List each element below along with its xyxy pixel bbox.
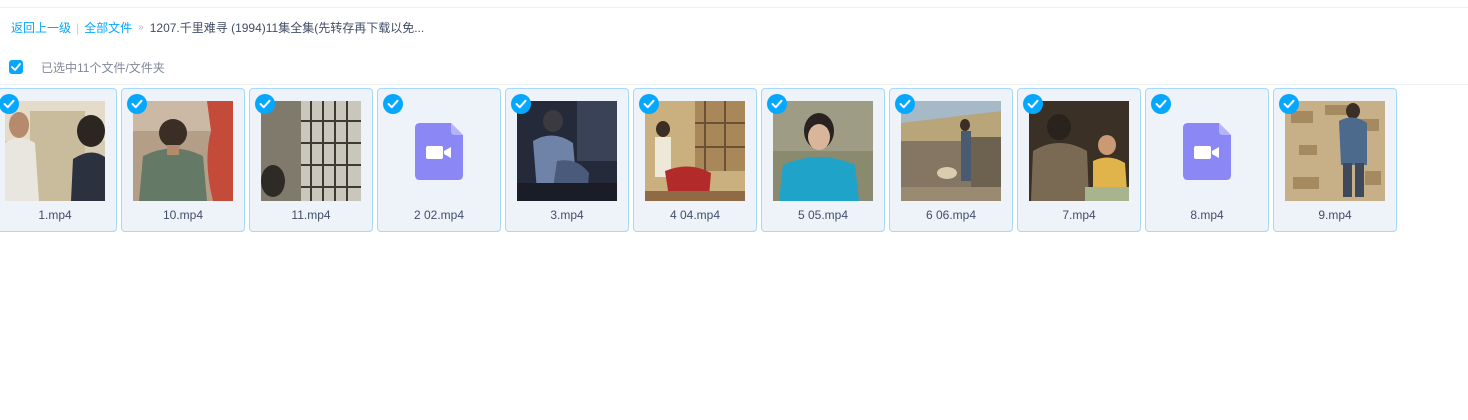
video-thumbnail bbox=[261, 101, 361, 201]
video-thumbnail bbox=[1285, 101, 1385, 201]
breadcrumb: 返回上一级 | 全部文件 » 1207.千里难寻 (1994)11集全集(先转存… bbox=[11, 19, 424, 37]
select-all-checkbox[interactable] bbox=[9, 60, 23, 74]
file-name: 7.mp4 bbox=[1062, 208, 1096, 222]
file-tile[interactable]: 10.mp4 bbox=[121, 88, 245, 232]
selected-check-icon[interactable] bbox=[255, 94, 275, 114]
file-tile[interactable]: 4 04.mp4 bbox=[633, 88, 757, 232]
file-name: 4 04.mp4 bbox=[669, 208, 721, 222]
file-tile[interactable]: 5 05.mp4 bbox=[761, 88, 885, 232]
video-thumbnail bbox=[1029, 101, 1129, 201]
breadcrumb-separator: | bbox=[76, 21, 80, 35]
video-thumbnail bbox=[133, 101, 233, 201]
checkmark-icon bbox=[11, 63, 21, 71]
list-divider bbox=[0, 84, 1468, 85]
selected-check-icon[interactable] bbox=[383, 94, 403, 114]
selected-check-icon[interactable] bbox=[1279, 94, 1299, 114]
file-name: 1.mp4 bbox=[38, 208, 72, 222]
file-name: 8.mp4 bbox=[1190, 208, 1224, 222]
file-name: 6 06.mp4 bbox=[925, 208, 977, 222]
file-name: 2 02.mp4 bbox=[413, 208, 465, 222]
file-name: 9.mp4 bbox=[1318, 208, 1352, 222]
file-name: 10.mp4 bbox=[162, 208, 204, 222]
selected-check-icon[interactable] bbox=[511, 94, 531, 114]
file-tile[interactable]: 8.mp4 bbox=[1145, 88, 1269, 232]
file-tile[interactable]: 7.mp4 bbox=[1017, 88, 1141, 232]
selected-check-icon[interactable] bbox=[1023, 94, 1043, 114]
file-name: 5 05.mp4 bbox=[797, 208, 849, 222]
file-name: 11.mp4 bbox=[291, 208, 331, 222]
file-tile[interactable]: 3.mp4 bbox=[505, 88, 629, 232]
selected-check-icon[interactable] bbox=[1151, 94, 1171, 114]
selected-check-icon[interactable] bbox=[639, 94, 659, 114]
selection-count: 已选中11个文件/文件夹 bbox=[41, 60, 165, 75]
video-thumbnail bbox=[645, 101, 745, 201]
selection-bar: 已选中11个文件/文件夹 bbox=[9, 58, 165, 76]
current-folder-name: 1207.千里难寻 (1994)11集全集(先转存再下载以免... bbox=[149, 21, 425, 35]
file-tile[interactable]: 11.mp4 bbox=[249, 88, 373, 232]
video-thumbnail bbox=[901, 101, 1001, 201]
all-files-link[interactable]: 全部文件 bbox=[84, 19, 132, 37]
video-thumbnail bbox=[5, 101, 105, 201]
selected-check-icon[interactable] bbox=[0, 94, 19, 114]
video-thumbnail bbox=[773, 101, 873, 201]
file-name: 3.mp4 bbox=[550, 208, 584, 222]
chevron-right-icon: » bbox=[138, 22, 144, 33]
selected-check-icon[interactable] bbox=[127, 94, 147, 114]
video-thumbnail bbox=[517, 101, 617, 201]
file-tile[interactable]: 1.mp4 bbox=[0, 88, 117, 232]
file-tile[interactable]: 9.mp4 bbox=[1273, 88, 1397, 232]
file-tile[interactable]: 2 02.mp4 bbox=[377, 88, 501, 232]
selected-check-icon[interactable] bbox=[895, 94, 915, 114]
selected-check-icon[interactable] bbox=[767, 94, 787, 114]
video-file-icon bbox=[415, 123, 463, 185]
top-divider bbox=[0, 7, 1468, 8]
file-tile[interactable]: 6 06.mp4 bbox=[889, 88, 1013, 232]
back-link[interactable]: 返回上一级 bbox=[11, 19, 71, 37]
video-file-icon bbox=[1183, 123, 1231, 185]
